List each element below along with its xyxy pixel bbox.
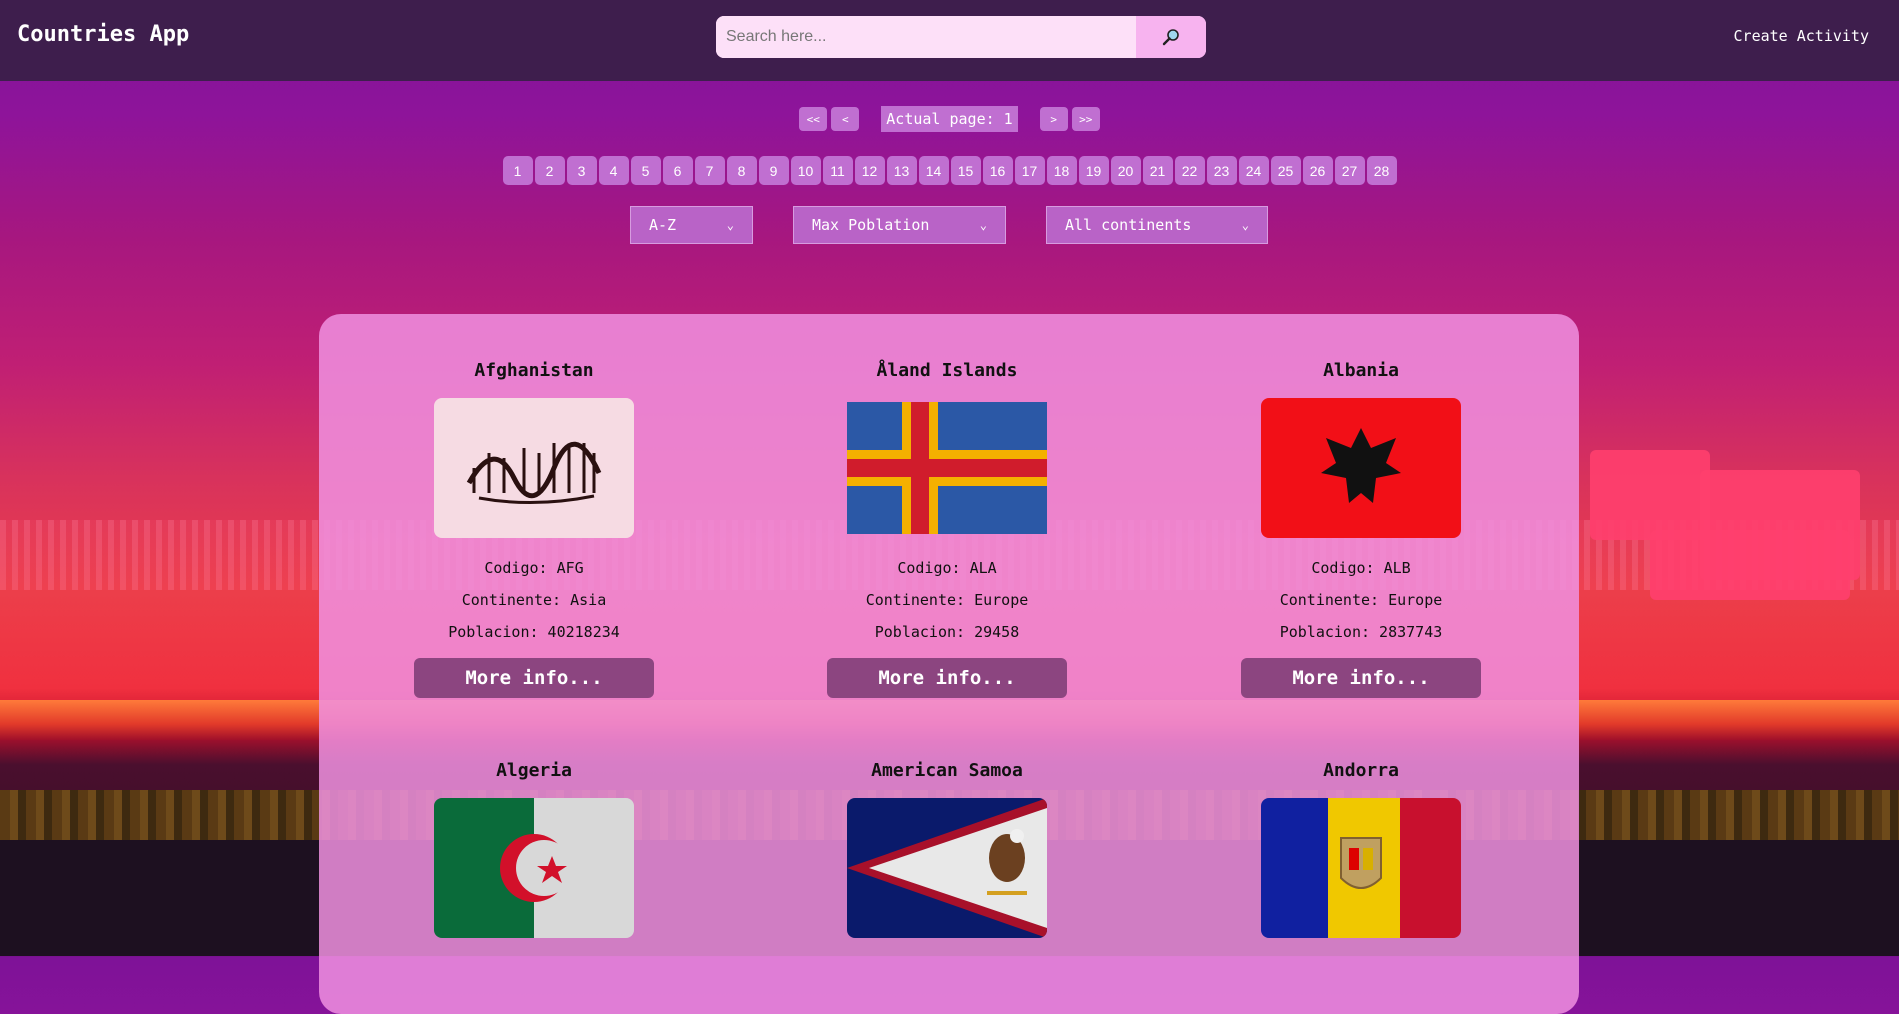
- page-number-button[interactable]: 27: [1334, 156, 1365, 185]
- page-number-button[interactable]: 20: [1110, 156, 1141, 185]
- country-card: American Samoa: [767, 760, 1127, 938]
- page-number-button[interactable]: 13: [886, 156, 917, 185]
- app-brand[interactable]: Countries App: [17, 22, 189, 47]
- chevron-down-icon: ⌄: [1241, 218, 1249, 232]
- population-select[interactable]: Max Poblation ⌄: [793, 206, 1006, 244]
- flag-aland-islands: [847, 402, 1047, 534]
- country-name: Albania: [1323, 360, 1399, 381]
- more-info-button[interactable]: More info...: [414, 658, 654, 698]
- flag-andorra: [1261, 798, 1461, 938]
- page-number-button[interactable]: 5: [630, 156, 661, 185]
- country-continent: Continente: Europe: [865, 591, 1029, 609]
- page-number-list: 1 2 3 4 5 6 7 8 9 10 11 12 13 14 15 16 1…: [0, 156, 1899, 185]
- create-activity-link[interactable]: Create Activity: [1734, 27, 1869, 45]
- pagination-controls: << < Actual page: 1 > >>: [0, 106, 1899, 132]
- country-continent: Continente: Asia: [461, 591, 607, 609]
- page-number-button[interactable]: 24: [1238, 156, 1269, 185]
- page-number-button[interactable]: 18: [1046, 156, 1077, 185]
- page-number-button[interactable]: 15: [950, 156, 981, 185]
- page-number-button[interactable]: 14: [918, 156, 949, 185]
- chevron-down-icon: ⌄: [979, 218, 987, 232]
- page-number-button[interactable]: 23: [1206, 156, 1237, 185]
- country-name: Afghanistan: [474, 360, 594, 381]
- page-number-button[interactable]: 16: [982, 156, 1013, 185]
- page-number-button[interactable]: 7: [694, 156, 725, 185]
- more-info-button[interactable]: More info...: [1241, 658, 1481, 698]
- page-number-button[interactable]: 22: [1174, 156, 1205, 185]
- country-card: Albania Codigo: ALB Continente: Europe P…: [1181, 360, 1541, 698]
- country-card: Algeria: [354, 760, 714, 938]
- page-number-button[interactable]: 6: [662, 156, 693, 185]
- country-card: Andorra: [1181, 760, 1541, 938]
- country-card: Afghanistan Codigo: AFG Continente: Asia…: [354, 360, 714, 698]
- continent-select[interactable]: All continents ⌄: [1046, 206, 1268, 244]
- country-population: Poblacion: 29458: [874, 623, 1020, 641]
- next-page-button[interactable]: >: [1039, 107, 1068, 131]
- background-cloud: [1650, 530, 1850, 600]
- order-select-value: A-Z: [649, 216, 677, 234]
- page-number-button[interactable]: 12: [854, 156, 885, 185]
- flag-algeria: [434, 798, 634, 938]
- country-name: American Samoa: [871, 760, 1023, 781]
- country-name: Algeria: [496, 760, 572, 781]
- country-population: Poblacion: 40218234: [448, 623, 620, 641]
- country-code: Codigo: ALB: [1311, 559, 1411, 577]
- page-number-button[interactable]: 1: [502, 156, 533, 185]
- search-button[interactable]: [1136, 16, 1206, 58]
- actual-page-label: Actual page: 1: [881, 106, 1018, 132]
- page-number-button[interactable]: 26: [1302, 156, 1333, 185]
- flag-afghanistan: [434, 398, 634, 538]
- more-info-button[interactable]: More info...: [827, 658, 1067, 698]
- population-select-value: Max Poblation: [812, 216, 930, 234]
- country-card: Åland Islands Codigo: ALA Continente: Eu…: [767, 360, 1127, 698]
- page-number-button[interactable]: 9: [758, 156, 789, 185]
- order-select[interactable]: A-Z ⌄: [630, 206, 753, 244]
- page-number-button[interactable]: 2: [534, 156, 565, 185]
- country-code: Codigo: ALA: [897, 559, 997, 577]
- page-number-button[interactable]: 21: [1142, 156, 1173, 185]
- search-icon: [1162, 29, 1179, 46]
- top-navbar: Countries App Create Activity: [0, 0, 1899, 81]
- country-continent: Continente: Europe: [1279, 591, 1443, 609]
- chevron-down-icon: ⌄: [726, 218, 734, 232]
- flag-american-samoa: [847, 798, 1047, 938]
- page-number-button[interactable]: 4: [598, 156, 629, 185]
- countries-panel: Afghanistan Codigo: AFG Continente: Asia…: [319, 314, 1579, 1014]
- flag-albania: [1261, 398, 1461, 538]
- page-number-button[interactable]: 25: [1270, 156, 1301, 185]
- search-input[interactable]: [716, 16, 1136, 58]
- page-number-button[interactable]: 28: [1366, 156, 1397, 185]
- page-number-button[interactable]: 17: [1014, 156, 1045, 185]
- page-number-button[interactable]: 3: [566, 156, 597, 185]
- country-code: Codigo: AFG: [484, 559, 584, 577]
- country-name: Åland Islands: [876, 360, 1018, 381]
- page-number-button[interactable]: 10: [790, 156, 821, 185]
- country-population: Poblacion: 2837743: [1279, 623, 1443, 641]
- continent-select-value: All continents: [1065, 216, 1192, 234]
- prev-page-button[interactable]: <: [831, 107, 860, 131]
- search-bar: [716, 16, 1206, 58]
- page-number-button[interactable]: 8: [726, 156, 757, 185]
- first-page-button[interactable]: <<: [799, 107, 828, 131]
- country-name: Andorra: [1323, 760, 1399, 781]
- page-number-button[interactable]: 11: [822, 156, 853, 185]
- background-cloud: [1590, 450, 1710, 540]
- page-number-button[interactable]: 19: [1078, 156, 1109, 185]
- last-page-button[interactable]: >>: [1071, 107, 1100, 131]
